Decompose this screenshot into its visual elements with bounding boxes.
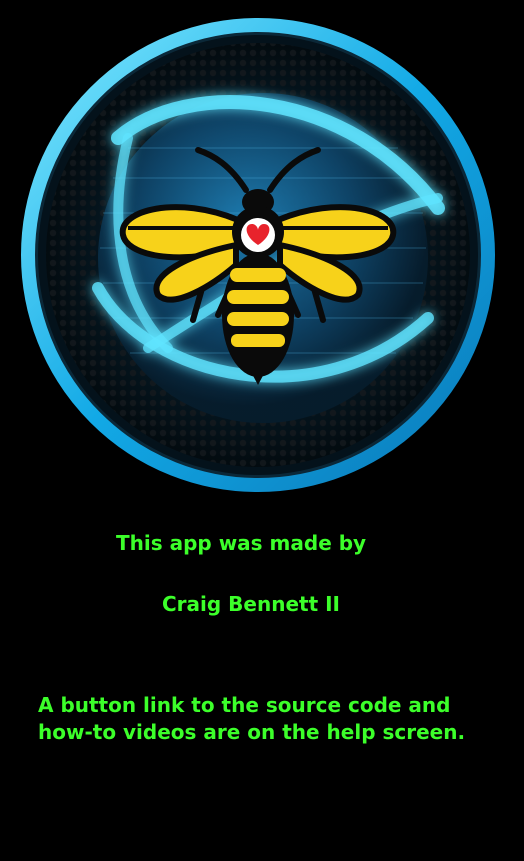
made-by-label: This app was made by bbox=[116, 531, 367, 555]
author-name: Craig Bennett II bbox=[162, 592, 340, 616]
bee-with-heart-globe-icon bbox=[21, 18, 495, 492]
app-logo bbox=[18, 18, 498, 493]
help-note-text: A button link to the source code and how… bbox=[38, 693, 466, 744]
